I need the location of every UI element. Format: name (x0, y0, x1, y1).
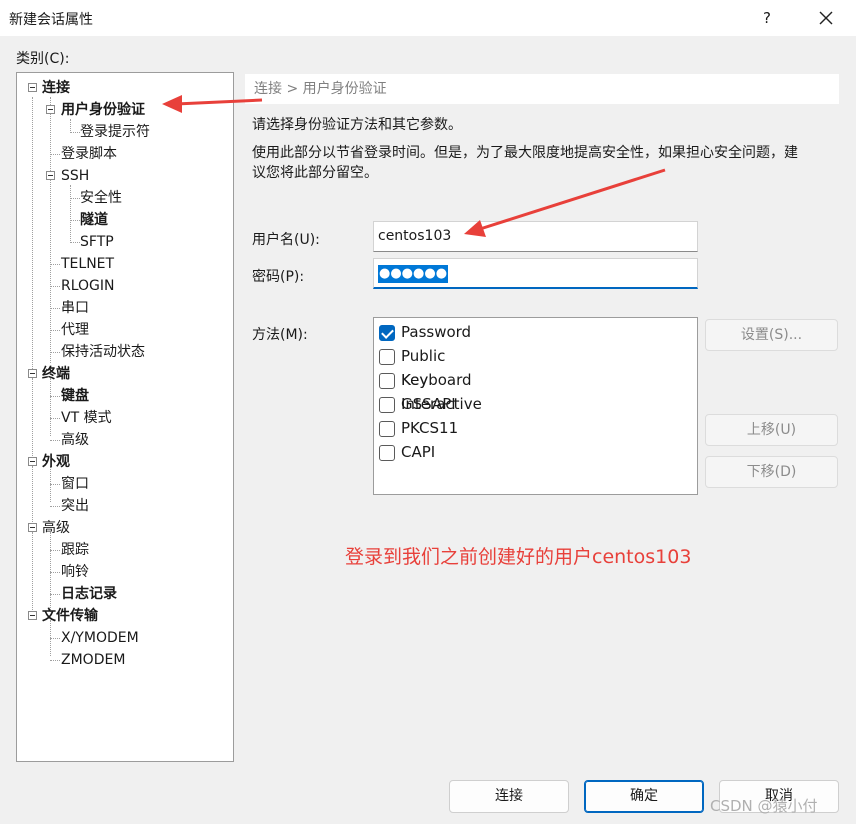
tree-item-xymodem[interactable]: X/YMODEM (61, 627, 139, 649)
checkbox-icon[interactable] (379, 373, 395, 389)
help-button[interactable]: ? (752, 4, 782, 32)
tree-item-serial[interactable]: 串口 (61, 297, 89, 319)
checkbox-icon[interactable] (379, 349, 395, 365)
tree-item-trace[interactable]: 跟踪 (61, 539, 89, 561)
password-value: ●●●●●● (378, 265, 449, 283)
breadcrumb: 连接 > 用户身份验证 (245, 74, 839, 104)
tree-item-bell[interactable]: 响铃 (61, 561, 89, 583)
tree-item-connect[interactable]: 连接 (42, 77, 70, 99)
checkbox-icon[interactable] (379, 421, 395, 437)
password-label: 密码(P): (252, 269, 305, 285)
tree-item-appearance[interactable]: 外观 (42, 451, 70, 473)
collapse-toggle-icon[interactable] (28, 523, 37, 532)
collapse-toggle-icon[interactable] (28, 369, 37, 378)
method-list[interactable]: Password Public Key Keyboard Interactive… (373, 317, 698, 495)
tree-item-window[interactable]: 窗口 (61, 473, 89, 495)
collapse-toggle-icon[interactable] (28, 457, 37, 466)
tree-item-security[interactable]: 安全性 (80, 187, 122, 209)
method-label: 方法(M): (252, 327, 308, 343)
method-label-text: Password (401, 323, 472, 341)
collapse-toggle-icon[interactable] (46, 171, 55, 180)
checkbox-checked-icon[interactable] (379, 325, 395, 341)
description-note-line2: 议您将此部分留空。 (252, 165, 378, 181)
tree-item-login-prompt[interactable]: 登录提示符 (80, 121, 150, 143)
tree-item-log[interactable]: 日志记录 (61, 583, 117, 605)
password-field[interactable]: ●●●●●● (373, 258, 698, 289)
watermark: CSDN @猿小付 (710, 797, 818, 815)
tree-item-keepalive[interactable]: 保持活动状态 (61, 341, 145, 363)
description-text: 请选择身份验证方法和其它参数。 (252, 117, 462, 133)
tree-item-advanced[interactable]: 高级 (42, 517, 70, 539)
username-label: 用户名(U): (252, 232, 320, 248)
category-tree[interactable]: 连接 用户身份验证 登录提示符 登录脚本 SSH 安全性 隧道 SFTP TEL… (16, 72, 234, 762)
tree-item-auth[interactable]: 用户身份验证 (61, 99, 145, 121)
tree-item-terminal[interactable]: 终端 (42, 363, 70, 385)
tree-item-rlogin[interactable]: RLOGIN (61, 275, 115, 297)
close-button[interactable] (808, 2, 844, 34)
tree-item-terminal-advanced[interactable]: 高级 (61, 429, 89, 451)
tree-item-telnet[interactable]: TELNET (61, 253, 114, 275)
title-bar: 新建会话属性 ? (0, 0, 856, 36)
method-label-text: PKCS11 (401, 419, 459, 437)
tree-item-sftp[interactable]: SFTP (80, 231, 114, 253)
description-note-line1: 使用此部分以节省登录时间。但是，为了最大限度地提高安全性，如果担心安全问题，建 (252, 145, 798, 161)
collapse-toggle-icon[interactable] (28, 83, 37, 92)
collapse-toggle-icon[interactable] (28, 611, 37, 620)
tree-item-login-script[interactable]: 登录脚本 (61, 143, 117, 165)
annotation-text: 登录到我们之前创建好的用户centos103 (345, 546, 692, 568)
move-up-button[interactable]: 上移(U) (705, 414, 838, 446)
tree-item-keyboard[interactable]: 键盘 (61, 385, 89, 407)
tree-item-file-transfer[interactable]: 文件传输 (42, 605, 98, 627)
username-field[interactable]: centos103 (373, 221, 698, 252)
tree-item-ssh[interactable]: SSH (61, 165, 89, 187)
tree-item-tunnel[interactable]: 隧道 (80, 209, 108, 231)
ok-button[interactable]: 确定 (584, 780, 704, 813)
tree-item-proxy[interactable]: 代理 (61, 319, 89, 341)
settings-button[interactable]: 设置(S)... (705, 319, 838, 351)
tree-item-highlight[interactable]: 突出 (61, 495, 89, 517)
tree-item-zmodem[interactable]: ZMODEM (61, 649, 125, 671)
window-title: 新建会话属性 (9, 12, 93, 28)
method-label-text: GSSAPI (401, 395, 456, 413)
category-label: 类别(C): (16, 51, 70, 67)
tree-item-vt-mode[interactable]: VT 模式 (61, 407, 112, 429)
close-icon (819, 11, 833, 25)
checkbox-icon[interactable] (379, 397, 395, 413)
move-down-button[interactable]: 下移(D) (705, 456, 838, 488)
checkbox-icon[interactable] (379, 445, 395, 461)
collapse-toggle-icon[interactable] (46, 105, 55, 114)
connect-button[interactable]: 连接 (449, 780, 569, 813)
method-label-text: CAPI (401, 443, 436, 461)
